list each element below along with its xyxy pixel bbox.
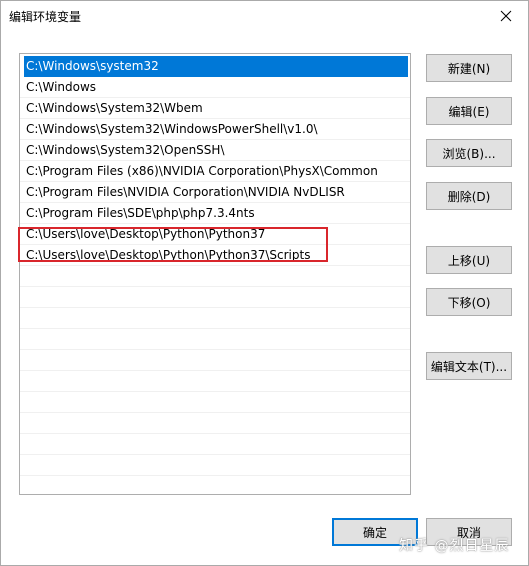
empty-row bbox=[20, 434, 410, 455]
empty-row bbox=[20, 476, 410, 494]
path-row[interactable]: C:\Windows\System32\Wbem bbox=[20, 98, 410, 119]
empty-row bbox=[20, 308, 410, 329]
window-title: 编辑环境变量 bbox=[9, 10, 82, 24]
path-row[interactable]: C:\Windows\system32 bbox=[24, 56, 408, 77]
empty-row bbox=[20, 266, 410, 287]
edit-button[interactable]: 编辑(E) bbox=[426, 97, 512, 125]
new-button[interactable]: 新建(N) bbox=[426, 54, 512, 82]
edit-environment-variable-dialog: 编辑环境变量 C:\Windows\system32 C:\Windows C:… bbox=[0, 0, 529, 566]
path-row[interactable]: C:\Program Files\SDE\php\php7.3.4nts bbox=[20, 203, 410, 224]
empty-row bbox=[20, 455, 410, 476]
empty-row bbox=[20, 287, 410, 308]
move-down-button[interactable]: 下移(O) bbox=[426, 288, 512, 316]
path-row[interactable]: C:\Users\love\Desktop\Python\Python37 bbox=[20, 224, 410, 245]
empty-row bbox=[20, 371, 410, 392]
empty-row bbox=[20, 329, 410, 350]
path-row[interactable]: C:\Windows\System32\OpenSSH\ bbox=[20, 140, 410, 161]
title-bar: 编辑环境变量 bbox=[1, 1, 528, 31]
path-row[interactable]: C:\Program Files (x86)\NVIDIA Corporatio… bbox=[20, 161, 410, 182]
close-button[interactable] bbox=[484, 1, 528, 31]
browse-button[interactable]: 浏览(B)... bbox=[426, 139, 512, 167]
path-row[interactable]: C:\Windows\System32\WindowsPowerShell\v1… bbox=[20, 119, 410, 140]
path-list[interactable]: C:\Windows\system32 C:\Windows C:\Window… bbox=[19, 53, 411, 495]
path-row[interactable]: C:\Users\love\Desktop\Python\Python37\Sc… bbox=[20, 245, 410, 266]
path-row[interactable]: C:\Program Files\NVIDIA Corporation\NVID… bbox=[20, 182, 410, 203]
empty-row bbox=[20, 413, 410, 434]
path-row[interactable]: C:\Windows bbox=[20, 77, 410, 98]
move-up-button[interactable]: 上移(U) bbox=[426, 246, 512, 274]
empty-row bbox=[20, 350, 410, 371]
close-icon bbox=[500, 10, 512, 22]
empty-row bbox=[20, 392, 410, 413]
watermark: 知乎 @烈日星辰 bbox=[399, 538, 510, 554]
delete-button[interactable]: 删除(D) bbox=[426, 182, 512, 210]
edit-text-button[interactable]: 编辑文本(T)... bbox=[426, 352, 512, 380]
